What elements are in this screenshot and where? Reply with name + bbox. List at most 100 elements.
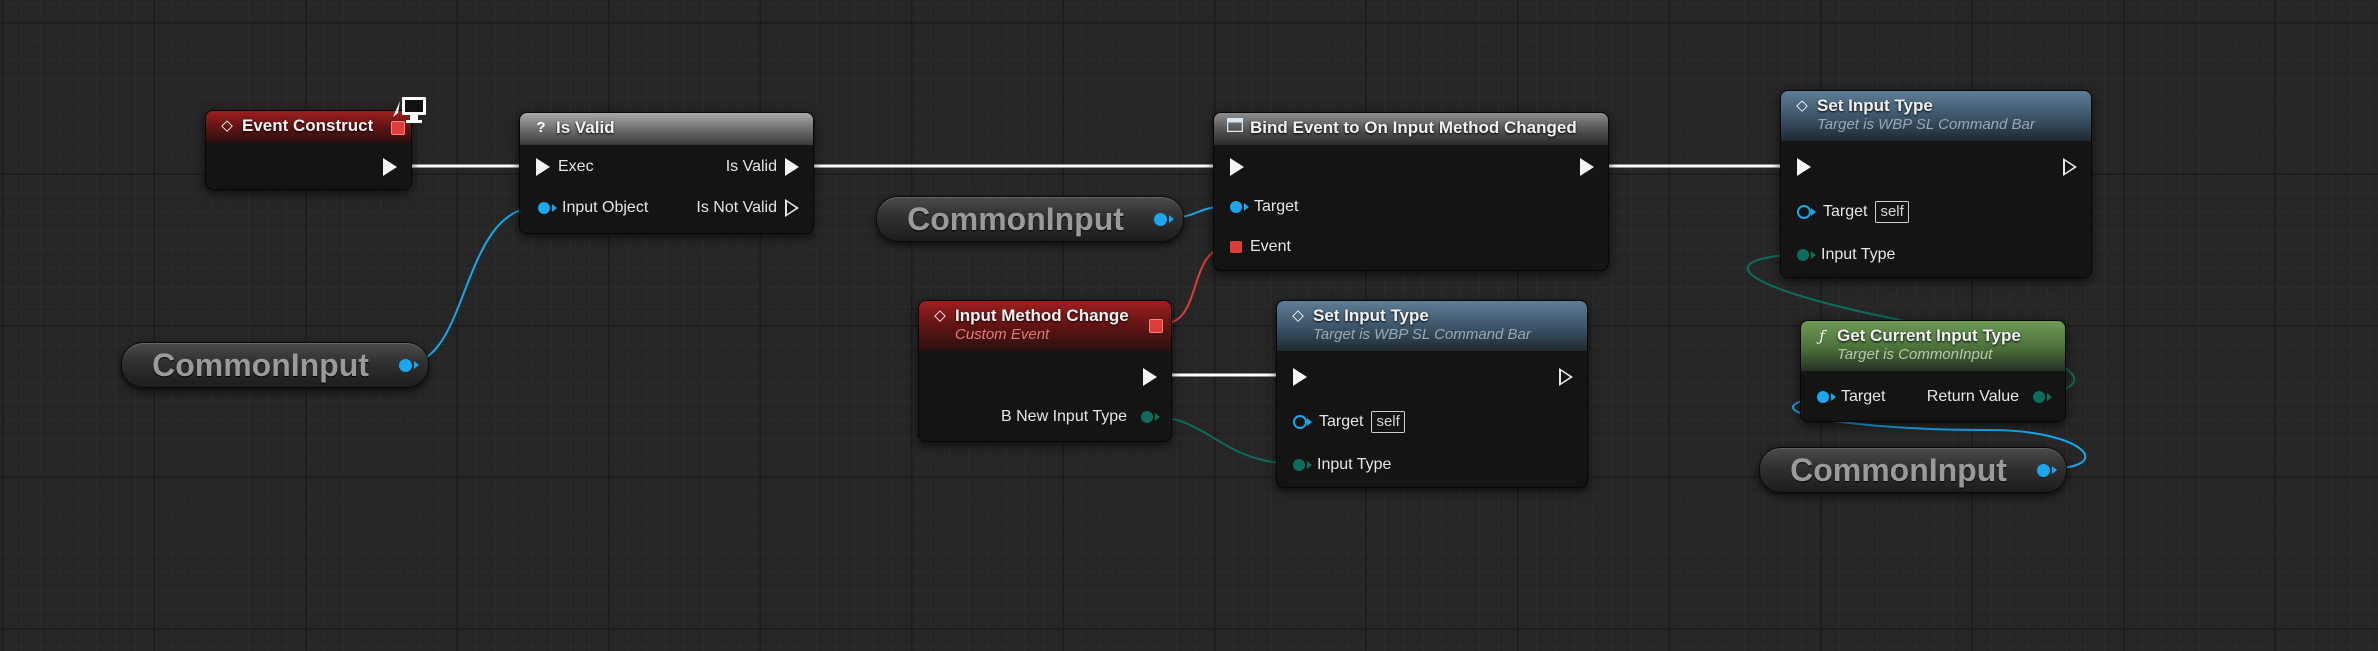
target-pin[interactable] bbox=[1797, 205, 1816, 219]
pin-label: Input Type bbox=[1317, 456, 1392, 473]
input-method-change-header[interactable]: ◇ Input Method Change Custom Event bbox=[919, 301, 1171, 351]
input-type-pin[interactable] bbox=[1293, 459, 1312, 471]
pin-label: Return Value bbox=[1926, 388, 2019, 405]
is-valid-header[interactable]: ? Is Valid bbox=[520, 113, 813, 145]
pin-label: Exec bbox=[558, 158, 594, 175]
event-construct-node[interactable]: ◇ Event Construct bbox=[205, 97, 426, 190]
node-subtitle: Custom Event bbox=[955, 326, 1050, 343]
exec-output-row bbox=[1559, 366, 1573, 388]
node-title: Set Input Type bbox=[1313, 306, 1429, 325]
pin-label: Event bbox=[1250, 238, 1291, 255]
new-input-type-row: B New Input Type bbox=[993, 406, 1160, 428]
monitor-icon bbox=[393, 97, 426, 123]
exec-input-row bbox=[1797, 156, 1811, 178]
event-row: Event bbox=[1230, 236, 1299, 258]
bind-event-header[interactable]: Bind Event to On Input Method Changed bbox=[1214, 113, 1608, 145]
target-row: Target bbox=[1817, 386, 1893, 408]
target-pin[interactable] bbox=[1817, 391, 1836, 403]
exec-input-pin[interactable] bbox=[536, 158, 550, 176]
event-diamond-icon: ◇ bbox=[1292, 307, 1304, 324]
event-diamond-icon: ◇ bbox=[1796, 97, 1808, 114]
target-default-field[interactable]: self bbox=[1371, 411, 1405, 433]
is-not-valid-output-row: Is Not Valid bbox=[688, 197, 799, 219]
exec-output-pin[interactable] bbox=[1143, 368, 1157, 386]
variable-output-pin[interactable] bbox=[1154, 212, 1174, 226]
get-current-input-type-node[interactable]: ƒ Get Current Input Type Target is Common… bbox=[1800, 320, 2066, 422]
exec-output-row bbox=[383, 156, 397, 178]
set-input-type-top-node[interactable]: ◇ Set Input Type Target is WBP SL Command… bbox=[1780, 90, 2092, 278]
pin-label: Is Valid bbox=[725, 158, 777, 175]
new-input-type-pin[interactable] bbox=[1141, 411, 1160, 423]
set-input-type-bottom-header[interactable]: ◇ Set Input Type Target is WBP SL Command… bbox=[1277, 301, 1587, 351]
exec-input-row: Exec bbox=[536, 156, 602, 178]
node-subtitle: Target is WBP SL Command Bar bbox=[1313, 326, 1531, 343]
question-icon: ? bbox=[536, 119, 546, 136]
node-subtitle: Target is WBP SL Command Bar bbox=[1817, 116, 2035, 133]
exec-output-pin[interactable] bbox=[2063, 158, 2077, 176]
exec-input-pin[interactable] bbox=[1797, 158, 1811, 176]
input-object-row: Input Object bbox=[538, 197, 656, 219]
node-title: Set Input Type bbox=[1817, 96, 1933, 115]
event-diamond-icon: ◇ bbox=[221, 117, 233, 134]
exec-output-row bbox=[1143, 366, 1157, 388]
node-subtitle: Target is CommonInput bbox=[1837, 346, 1993, 363]
target-row: Target self bbox=[1293, 411, 1405, 433]
event-delegate-pin[interactable] bbox=[1230, 241, 1242, 253]
function-box-icon bbox=[1226, 116, 1244, 140]
event-construct-header[interactable]: ◇ Event Construct bbox=[206, 111, 411, 143]
is-valid-exec-pin[interactable] bbox=[785, 158, 799, 176]
node-title: Get Current Input Type bbox=[1837, 326, 2021, 345]
is-not-valid-exec-pin[interactable] bbox=[785, 199, 799, 217]
pin-label: Target bbox=[1823, 203, 1868, 220]
exec-input-pin[interactable] bbox=[1230, 158, 1244, 176]
pin-label: Target bbox=[1841, 388, 1886, 405]
exec-output-pin[interactable] bbox=[1580, 158, 1594, 176]
target-pin[interactable] bbox=[1230, 201, 1249, 213]
variable-output-pin[interactable] bbox=[399, 358, 419, 372]
pin-label: Input Type bbox=[1821, 246, 1896, 263]
input-type-row: Input Type bbox=[1293, 454, 1399, 476]
pin-label: Is Not Valid bbox=[696, 199, 777, 216]
exec-output-row bbox=[2063, 156, 2077, 178]
return-value-pin[interactable] bbox=[2033, 391, 2052, 403]
target-row: Target self bbox=[1797, 201, 1909, 223]
node-title: Input Method Change bbox=[955, 306, 1129, 325]
variable-label: CommonInput bbox=[1790, 452, 2007, 488]
exec-input-pin[interactable] bbox=[1293, 368, 1307, 386]
exec-input-row bbox=[1293, 366, 1307, 388]
object-wire-commoninput-to-isvalid bbox=[405, 206, 539, 365]
commoninput-variable-middle[interactable]: CommonInput bbox=[876, 196, 1184, 242]
pin-label: B New Input Type bbox=[1001, 408, 1127, 425]
node-title: Event Construct bbox=[242, 116, 374, 135]
pin-label: Target bbox=[1254, 198, 1299, 215]
is-valid-output-row: Is Valid bbox=[718, 156, 799, 178]
exec-input-row bbox=[1230, 156, 1244, 178]
exec-output-pin[interactable] bbox=[383, 158, 397, 176]
input-type-pin[interactable] bbox=[1797, 249, 1816, 261]
variable-output-pin[interactable] bbox=[2037, 463, 2057, 477]
delegate-output-pin[interactable] bbox=[1149, 319, 1163, 333]
get-current-input-type-header[interactable]: ƒ Get Current Input Type Target is Common… bbox=[1801, 321, 2065, 371]
variable-label: CommonInput bbox=[152, 347, 369, 383]
target-default-field[interactable]: self bbox=[1875, 201, 1909, 223]
pin-label: Target bbox=[1319, 413, 1364, 430]
is-valid-node[interactable]: ? Is Valid Exec Is Valid Input Object Is … bbox=[519, 112, 814, 234]
commoninput-variable-left[interactable]: CommonInput bbox=[121, 342, 429, 388]
target-row: Target bbox=[1230, 196, 1306, 218]
pin-label: Input Object bbox=[562, 199, 649, 216]
return-value-row: Return Value bbox=[1919, 386, 2052, 408]
node-title: Is Valid bbox=[556, 118, 615, 137]
exec-output-row bbox=[1580, 156, 1594, 178]
variable-label: CommonInput bbox=[907, 201, 1124, 237]
event-diamond-icon: ◇ bbox=[934, 307, 946, 324]
function-icon: ƒ bbox=[1819, 327, 1825, 345]
node-title: Bind Event to On Input Method Changed bbox=[1250, 118, 1577, 137]
exec-output-pin[interactable] bbox=[1559, 368, 1573, 386]
set-input-type-bottom-node[interactable]: ◇ Set Input Type Target is WBP SL Command… bbox=[1276, 300, 1588, 488]
set-input-type-top-header[interactable]: ◇ Set Input Type Target is WBP SL Command… bbox=[1781, 91, 2091, 141]
bind-event-node[interactable]: Bind Event to On Input Method Changed Ta… bbox=[1213, 112, 1609, 271]
target-pin[interactable] bbox=[1293, 415, 1312, 429]
input-object-pin[interactable] bbox=[538, 202, 557, 214]
commoninput-variable-right[interactable]: CommonInput bbox=[1759, 447, 2067, 493]
input-method-change-node[interactable]: ◇ Input Method Change Custom Event B New … bbox=[918, 300, 1172, 442]
